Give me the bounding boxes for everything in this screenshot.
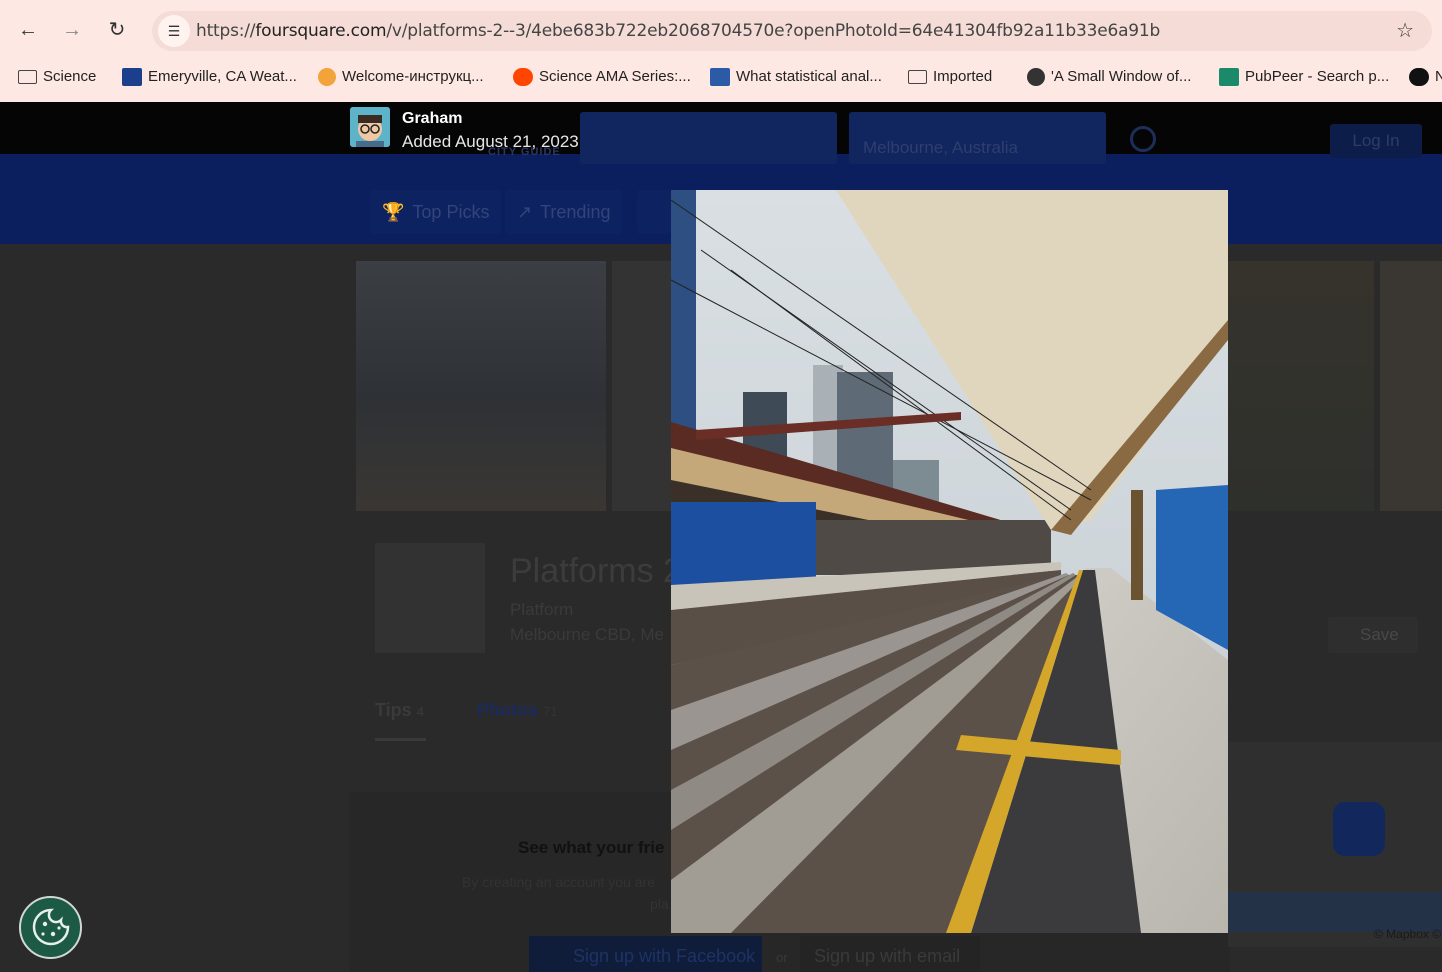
bookmark-science[interactable]: Science <box>18 66 96 88</box>
bookmark-pubpeer[interactable]: PubPeer - Search p... <box>1219 66 1389 88</box>
cookie-icon <box>32 908 70 946</box>
venue-title: Platforms 2 <box>510 552 682 590</box>
cookie-settings-button[interactable] <box>19 896 82 959</box>
back-icon[interactable]: ← <box>12 14 44 46</box>
bookmark-s6[interactable]: N <box>1409 66 1442 88</box>
weather-channel-icon <box>122 68 142 87</box>
signup-body: By creating an account you are <box>462 874 656 890</box>
enlarged-photo[interactable] <box>671 190 1228 933</box>
facebook-signup-button[interactable]: Sign up with Facebook <box>529 936 762 972</box>
avatar[interactable] <box>350 107 390 147</box>
venue-photo-thumb[interactable] <box>1380 261 1442 511</box>
bookmarks-bar: Science Emeryville, CA Weat... Welcome-и… <box>0 62 1442 92</box>
folder-icon <box>908 70 927 85</box>
bookmark-science-ama[interactable]: Science AMA Series:... <box>513 66 691 88</box>
river-shape <box>1228 892 1442 932</box>
bookmark-welcome[interactable]: Welcome-инструкц... <box>318 66 484 88</box>
bookmark-ucla[interactable]: What statistical anal... <box>710 66 882 88</box>
tab-top-picks[interactable]: 🏆 Top Picks <box>370 190 502 234</box>
email-signup-button[interactable]: Sign up with email <box>800 936 980 972</box>
url-text[interactable]: https://foursquare.com/v/platforms-2--3/… <box>196 21 1160 41</box>
signup-body-line2: pla <box>650 896 669 912</box>
venue-photo-thumb[interactable] <box>356 261 606 511</box>
reload-icon[interactable]: ↻ <box>101 14 133 46</box>
tab-trending[interactable]: ↗ Trending <box>505 190 623 234</box>
venue-address: Melbourne CBD, Me <box>510 625 665 644</box>
location-search-input[interactable]: Melbourne, Australia <box>849 112 1106 164</box>
bookmark-imported[interactable]: Imported <box>908 66 992 88</box>
venue-map[interactable] <box>1228 742 1442 947</box>
tab-food[interactable] <box>637 190 671 234</box>
venue-photo-thumb[interactable] <box>612 261 671 511</box>
map-attribution: © Mapbox © <box>1374 927 1442 941</box>
bookmark-weather[interactable]: Emeryville, CA Weat... <box>122 66 297 88</box>
browser-toolbar: ← → ↻ ☰ https://foursquare.com/v/platfor… <box>0 0 1442 102</box>
venue-search-input[interactable] <box>580 112 837 164</box>
trophy-icon: 🏆 <box>382 202 405 222</box>
handshake-icon <box>318 68 336 87</box>
map-pin-icon <box>1333 802 1385 856</box>
trending-icon: ↗ <box>517 202 533 222</box>
train-platform-photo <box>671 190 1228 933</box>
s6-icon <box>1409 68 1429 87</box>
search-icon[interactable] <box>1130 126 1156 152</box>
site-settings-icon[interactable]: ☰ <box>158 15 190 47</box>
folder-icon <box>18 70 37 85</box>
or-label: or <box>776 950 788 965</box>
login-button[interactable]: Log In <box>1330 124 1422 158</box>
signup-headline: See what your frie <box>518 838 665 857</box>
venue-category: Platform <box>510 600 574 619</box>
photo-author-name[interactable]: Graham <box>402 110 462 128</box>
tab-tips[interactable]: Tips 4 <box>375 700 424 721</box>
site-icon <box>1027 68 1045 87</box>
venue-category-icon <box>375 543 485 653</box>
save-button[interactable]: Save <box>1328 617 1418 653</box>
active-tab-indicator <box>375 738 426 741</box>
forward-icon[interactable]: → <box>56 14 88 46</box>
bookmark-small-window[interactable]: 'A Small Window of... <box>1027 66 1191 88</box>
reddit-icon <box>513 68 533 87</box>
pubpeer-icon <box>1219 68 1239 87</box>
photo-added-date: Added August 21, 2023 <box>402 132 579 151</box>
bookmark-star-icon[interactable]: ☆ <box>1396 18 1414 43</box>
ucla-icon <box>710 68 730 87</box>
venue-photo-thumb[interactable] <box>1228 261 1374 511</box>
tab-photos[interactable]: Photos 71 <box>477 700 557 721</box>
address-bar[interactable]: ☰ https://foursquare.com/v/platforms-2--… <box>152 11 1432 51</box>
